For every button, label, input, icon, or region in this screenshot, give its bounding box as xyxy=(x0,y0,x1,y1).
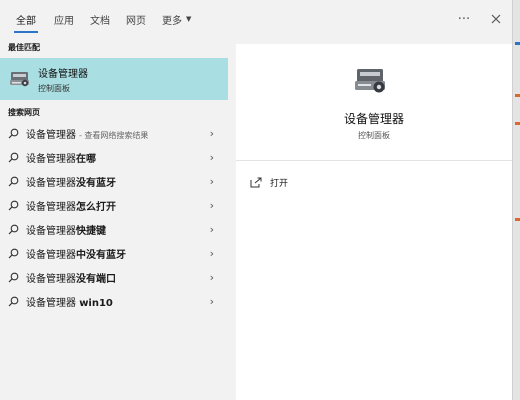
best-match-item[interactable]: 设备管理器 控制面板 xyxy=(0,58,228,100)
result-label: 设备管理器中没有蓝牙 xyxy=(26,249,126,261)
chevron-right-icon[interactable]: › xyxy=(210,295,214,308)
result-label: 设备管理器 - 查看网络搜索结果 xyxy=(26,129,149,141)
web-search-heading: 搜索网页 xyxy=(8,108,40,117)
result-label: 设备管理器 win10 xyxy=(26,297,113,309)
web-result-row[interactable]: 设备管理器 win10 › xyxy=(0,289,228,313)
web-result-row[interactable]: 设备管理器中没有蓝牙 › xyxy=(0,241,228,265)
web-result-row[interactable]: 设备管理器没有端口 › xyxy=(0,265,228,289)
web-result-row[interactable]: 设备管理器 - 查看网络搜索结果 › xyxy=(0,121,228,145)
results-column: 最佳匹配 设备管理器 控制面板 搜索网页 设备管理器 - 查看网络搜索结果 › … xyxy=(0,38,231,400)
search-icon xyxy=(8,152,20,163)
web-result-row[interactable]: 设备管理器快捷键 › xyxy=(0,217,228,241)
background-window-edge xyxy=(512,0,520,400)
more-options-button[interactable]: ··· xyxy=(448,0,480,38)
tab-more[interactable]: 更多 ▼ xyxy=(154,0,199,38)
tab-apps[interactable]: 应用 xyxy=(46,0,82,38)
open-action[interactable]: 打开 xyxy=(250,172,288,192)
tab-label: 文档 xyxy=(90,15,110,27)
edge-mark xyxy=(515,218,520,221)
tab-label: 应用 xyxy=(54,15,74,27)
chevron-down-icon: ▼ xyxy=(186,15,192,23)
tab-web[interactable]: 网页 xyxy=(118,0,154,38)
result-hint: - 查看网络搜索结果 xyxy=(79,130,149,140)
detail-pane: 设备管理器 控制面板 打开 xyxy=(236,44,512,400)
best-match-title: 设备管理器 xyxy=(38,68,88,80)
search-icon xyxy=(8,248,20,259)
search-icon xyxy=(8,176,20,187)
web-search-results: 设备管理器- 查看网络搜索结果 › 设备管理器在哪 › 设备管理器没有蓝牙 › xyxy=(0,121,228,313)
result-label: 设备管理器没有蓝牙 xyxy=(26,177,116,189)
tab-all[interactable]: 全部 xyxy=(0,0,46,38)
tab-documents[interactable]: 文档 xyxy=(82,0,118,38)
device-manager-icon xyxy=(355,69,385,93)
chevron-right-icon[interactable]: › xyxy=(210,223,214,236)
chevron-right-icon[interactable]: › xyxy=(210,247,214,260)
close-icon xyxy=(491,14,501,24)
result-label: 设备管理器在哪 xyxy=(26,153,96,165)
ellipsis-icon: ··· xyxy=(457,11,471,27)
best-match-heading: 最佳匹配 xyxy=(8,43,40,52)
result-label: 设备管理器怎么打开 xyxy=(26,201,116,213)
edge-mark xyxy=(515,94,520,97)
search-icon xyxy=(8,200,20,211)
edge-mark xyxy=(515,122,520,125)
chevron-right-icon[interactable]: › xyxy=(210,271,214,284)
result-label: 设备管理器快捷键 xyxy=(26,225,106,237)
divider xyxy=(236,160,512,161)
search-icon xyxy=(8,128,20,139)
web-result-row[interactable]: 设备管理器在哪 › xyxy=(0,145,228,169)
tab-label: 更多 xyxy=(162,15,182,27)
best-match-subtitle: 控制面板 xyxy=(38,83,70,93)
open-icon xyxy=(250,177,262,187)
detail-subtitle: 控制面板 xyxy=(358,131,390,140)
search-panel: 全部 应用 文档 网页 更多 ▼ ··· 最佳匹配 设备管理器 控制面板 搜索网… xyxy=(0,0,512,400)
chevron-right-icon[interactable]: › xyxy=(210,199,214,212)
web-result-row[interactable]: 设备管理器没有蓝牙 › xyxy=(0,169,228,193)
search-icon xyxy=(8,272,20,283)
tab-label: 全部 xyxy=(16,15,36,27)
web-result-row[interactable]: 设备管理器怎么打开 › xyxy=(0,193,228,217)
chevron-right-icon[interactable]: › xyxy=(210,151,214,164)
search-icon xyxy=(8,296,20,307)
open-action-label: 打开 xyxy=(270,178,289,189)
chevron-right-icon[interactable]: › xyxy=(210,127,214,140)
filter-bar: 全部 应用 文档 网页 更多 ▼ ··· xyxy=(0,0,512,38)
edge-mark xyxy=(515,42,520,45)
tab-label: 网页 xyxy=(126,15,146,27)
detail-title: 设备管理器 xyxy=(343,112,404,126)
chevron-right-icon[interactable]: › xyxy=(210,175,214,188)
close-button[interactable] xyxy=(480,0,512,38)
search-icon xyxy=(8,224,20,235)
device-manager-icon xyxy=(10,72,29,87)
result-label: 设备管理器没有端口 xyxy=(26,273,116,285)
